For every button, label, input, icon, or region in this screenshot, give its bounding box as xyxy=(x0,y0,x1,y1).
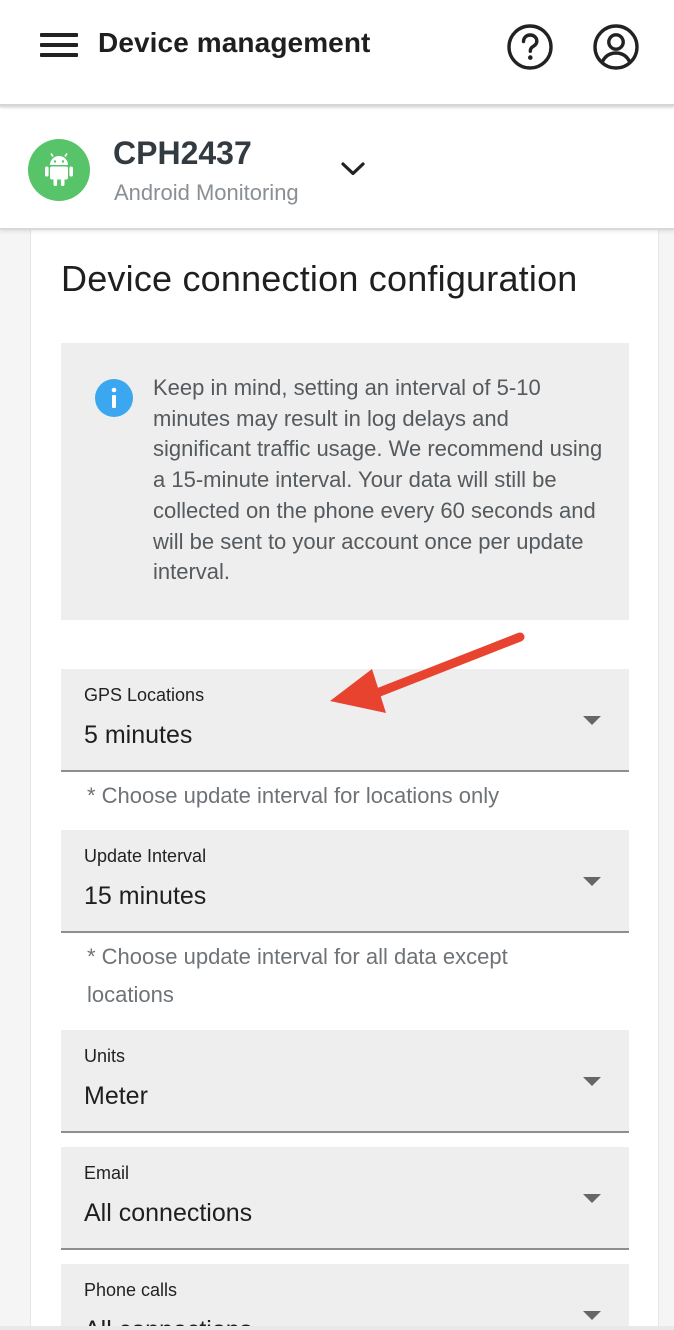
phone-calls-select[interactable]: Phone calls All connections xyxy=(61,1264,629,1330)
help-circle-icon[interactable] xyxy=(506,23,554,71)
device-avatar xyxy=(28,139,90,201)
top-app-bar: Device management xyxy=(0,0,674,106)
info-notice: Keep in mind, setting an interval of 5-1… xyxy=(61,343,629,620)
caret-down-icon[interactable] xyxy=(583,716,601,725)
info-icon xyxy=(95,379,133,417)
app-screen: Device management CPH2437 Android Monito… xyxy=(0,0,674,1330)
caret-down-icon[interactable] xyxy=(583,1194,601,1203)
info-text: Keep in mind, setting an interval of 5-1… xyxy=(153,375,603,585)
field-label: Email xyxy=(84,1163,130,1183)
menu-icon[interactable] xyxy=(40,33,78,59)
field-label: Units xyxy=(84,1046,126,1066)
page-title: Device connection configuration xyxy=(61,258,578,299)
field-value: 5 minutes xyxy=(84,721,193,749)
caret-down-icon[interactable] xyxy=(583,877,601,886)
device-selector[interactable]: CPH2437 Android Monitoring xyxy=(0,108,674,230)
device-subtitle: Android Monitoring xyxy=(114,180,299,205)
app-title: Device management xyxy=(98,27,371,58)
field-label: GPS Locations xyxy=(84,685,205,705)
field-label: Update Interval xyxy=(84,846,207,866)
field-value: Meter xyxy=(84,1082,148,1110)
field-label: Phone calls xyxy=(84,1280,178,1300)
email-select[interactable]: Email All connections xyxy=(61,1147,629,1250)
field-value: All connections xyxy=(84,1199,253,1227)
chevron-down-icon[interactable] xyxy=(338,158,368,180)
units-select[interactable]: Units Meter xyxy=(61,1030,629,1133)
android-icon xyxy=(45,153,73,186)
update-interval-helper: * Choose update interval for all data ex… xyxy=(87,944,508,1007)
gps-locations-select[interactable]: GPS Locations 5 minutes xyxy=(61,669,629,772)
screen-bottom-edge xyxy=(0,1326,674,1330)
configuration-card: Device connection configuration Keep in … xyxy=(30,230,659,1330)
account-circle-icon[interactable] xyxy=(592,23,640,71)
gps-locations-helper: * Choose update interval for locations o… xyxy=(87,783,500,808)
update-interval-select[interactable]: Update Interval 15 minutes xyxy=(61,830,629,933)
caret-down-icon[interactable] xyxy=(583,1077,601,1086)
field-value: 15 minutes xyxy=(84,882,207,910)
device-name: CPH2437 xyxy=(113,135,252,171)
caret-down-icon[interactable] xyxy=(583,1311,601,1320)
